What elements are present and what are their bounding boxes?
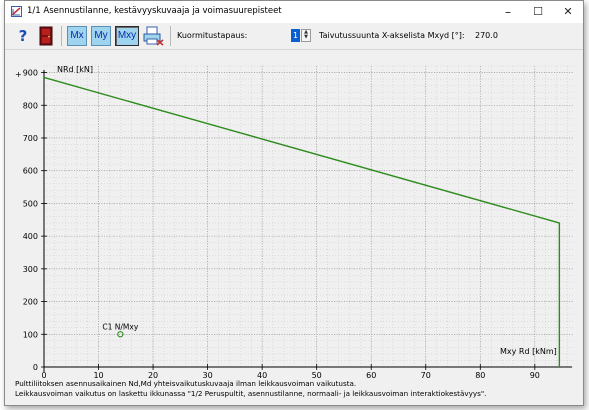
note-line-1: Pulttiliitoksen asennusaikainen Nd,Md yh…: [15, 379, 357, 388]
y-tick-label: 800: [23, 101, 38, 110]
x-tick-label: 60: [366, 371, 376, 380]
x-tick-label: 90: [530, 371, 540, 380]
y-tick-label: 300: [23, 265, 38, 274]
y-tick-label: 400: [23, 232, 38, 241]
y-tick-label: 100: [23, 330, 38, 339]
y-tick-label: 700: [23, 134, 38, 143]
y-tick-label: 900: [23, 69, 38, 78]
interaction-chart: + 0 10 20 30 40 50 60 70 80 900100200300400500600…: [15, 65, 576, 380]
x-tick-label: 80: [475, 371, 485, 380]
y-tick-label: 600: [23, 167, 38, 176]
y-tick-label: 500: [23, 199, 38, 208]
y-axis-arrow: +: [15, 70, 22, 79]
y-tick-label: 0: [33, 363, 38, 372]
x-tick-label: 70: [421, 371, 431, 380]
data-point-label: C1 N/Mxy: [102, 322, 138, 331]
note-line-2: Leikkausvoiman vaikutus on laskettu ikku…: [15, 389, 487, 398]
y-tick-label: 200: [23, 298, 38, 307]
y-axis-label: NRd [kN]: [57, 65, 93, 74]
x-axis-label: Mxy Rd [kNm]: [500, 347, 557, 356]
